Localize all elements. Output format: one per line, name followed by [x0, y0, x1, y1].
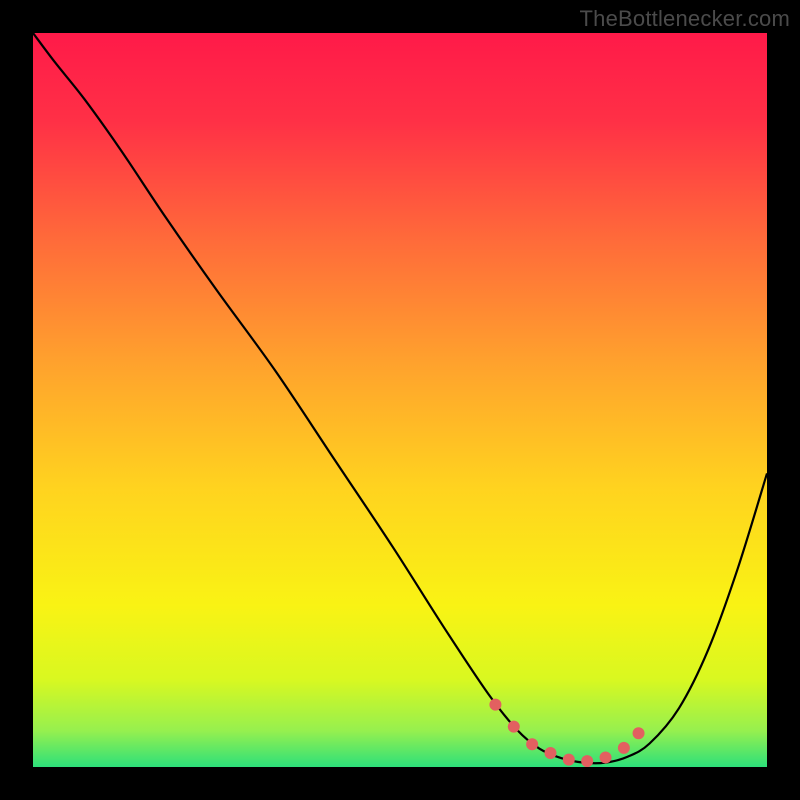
- bottleneck-chart-svg: [33, 33, 767, 767]
- optimal-marker: [618, 742, 630, 754]
- chart-area: [33, 33, 767, 767]
- watermark-text: TheBottlenecker.com: [580, 6, 790, 32]
- optimal-marker: [489, 699, 501, 711]
- optimal-marker: [526, 738, 538, 750]
- optimal-marker: [633, 727, 645, 739]
- gradient-background: [33, 33, 767, 767]
- page-root: TheBottlenecker.com: [0, 0, 800, 800]
- optimal-marker: [544, 747, 556, 759]
- optimal-marker: [508, 721, 520, 733]
- optimal-marker: [563, 754, 575, 766]
- optimal-marker: [581, 755, 593, 767]
- optimal-marker: [600, 751, 612, 763]
